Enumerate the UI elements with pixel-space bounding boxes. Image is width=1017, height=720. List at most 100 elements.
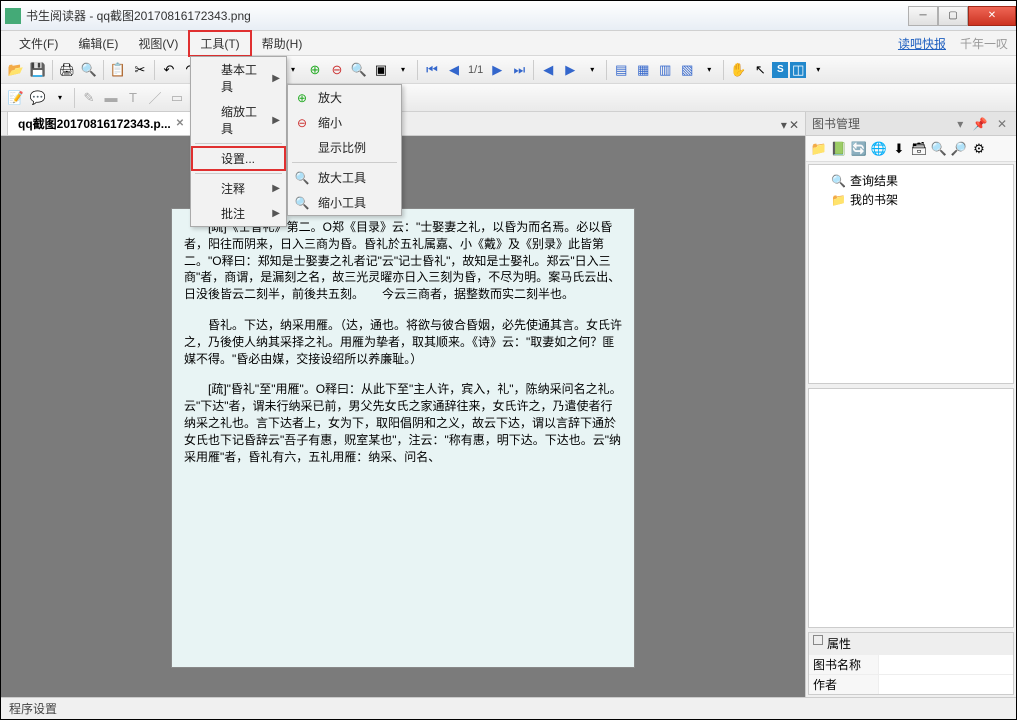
menu-settings[interactable]: 设置...: [191, 146, 286, 171]
tree-node-shelf[interactable]: 📁 我的书架: [815, 190, 1007, 209]
menu-markup[interactable]: 批注▶: [191, 201, 286, 226]
layout4-icon[interactable]: ▧: [677, 60, 697, 80]
collapse-icon[interactable]: [813, 635, 823, 645]
panel-pin-icon[interactable]: 📌: [973, 117, 991, 131]
zoom-submenu: ⊕放大 ⊖缩小 显示比例 🔍放大工具 🔍缩小工具: [287, 84, 402, 216]
book-icon[interactable]: 📗: [831, 141, 847, 157]
panel-title: 图书管理: [812, 115, 860, 132]
line-icon[interactable]: ／: [145, 88, 165, 108]
properties-grid: 属性 图书名称 作者: [808, 632, 1014, 695]
toolbar-main: 📂 💾 🖨 🔍 📋 ✂ ↶ ↷ ✋ ▭ ⊕ ▾ ⊕ ⊖ 🔍 ▣ ▾ ⏮ ◀ 1/…: [1, 56, 1016, 84]
text-icon[interactable]: T: [123, 88, 143, 108]
prop-key: 作者: [809, 675, 879, 694]
toolbar-annotate: 📝 💬 ▾ ✎ ▬ T ／ ▭ ▾: [1, 84, 1016, 112]
paragraph: [疏]《士昏礼》第二。O郑《目录》云："士娶妻之礼，以昏为而名焉。必以昏者，阳往…: [184, 219, 622, 303]
copy-icon[interactable]: 📋: [108, 60, 128, 80]
minimize-button[interactable]: ─: [908, 6, 938, 26]
search-icon[interactable]: 🔍: [79, 60, 99, 80]
folder-search-icon: 🔍: [831, 174, 846, 188]
gear-icon[interactable]: ⚙: [971, 141, 987, 157]
highlight-icon[interactable]: ▬: [101, 88, 121, 108]
last-page-icon[interactable]: ⏭: [509, 60, 529, 80]
fwd-icon[interactable]: ▶: [560, 60, 580, 80]
zoom-in2-icon[interactable]: ⊕: [305, 60, 325, 80]
hand2-icon[interactable]: ✋: [728, 60, 748, 80]
submenu-zoom-out[interactable]: ⊖缩小: [288, 110, 401, 135]
panel-toolbar: 📁 📗 🔄 🌐 ⬇ 🗃 🔍 🔎 ⚙: [806, 136, 1016, 162]
document-tab[interactable]: qq截图20170816172343.p... ✕: [7, 111, 195, 135]
download-icon[interactable]: ⬇: [891, 141, 907, 157]
first-page-icon[interactable]: ⏮: [422, 60, 442, 80]
chevron-down-icon[interactable]: ▾: [582, 60, 602, 80]
back-icon[interactable]: ◀: [538, 60, 558, 80]
globe-icon[interactable]: 🌐: [871, 141, 887, 157]
refresh-icon[interactable]: 🔄: [851, 141, 867, 157]
window-title: 书生阅读器 - qq截图20170816172343.png: [26, 7, 908, 24]
menu-annotation[interactable]: 注释▶: [191, 176, 286, 201]
chevron-down-icon[interactable]: ▾: [50, 88, 70, 108]
tab-close-all-icon[interactable]: ✕: [789, 118, 799, 132]
magnify-plus-icon: 🔍: [294, 170, 310, 186]
fit-icon[interactable]: ▣: [371, 60, 391, 80]
menu-edit[interactable]: 编辑(E): [68, 32, 128, 55]
layout1-icon[interactable]: ▤: [611, 60, 631, 80]
filter-icon[interactable]: 🔎: [951, 141, 967, 157]
link-qiannian[interactable]: 千年一叹: [960, 35, 1008, 52]
note-icon[interactable]: 📝: [6, 88, 26, 108]
menu-tools[interactable]: 工具(T): [188, 30, 251, 57]
menu-file[interactable]: 文件(F): [9, 32, 68, 55]
document-tabstrip: qq截图20170816172343.p... ✕ ▾ ✕: [1, 112, 805, 136]
prev-page-icon[interactable]: ◀: [444, 60, 464, 80]
library-tree[interactable]: 🔍 查询结果 📁 我的书架: [808, 164, 1014, 384]
folder-icon: 📁: [831, 193, 846, 207]
share-icon[interactable]: ◫: [790, 62, 806, 78]
submenu-zoom-in[interactable]: ⊕放大: [288, 85, 401, 110]
snap-icon[interactable]: ✂: [130, 60, 150, 80]
print-icon[interactable]: 🖨: [57, 60, 77, 80]
maximize-button[interactable]: ▢: [938, 6, 968, 26]
tab-close-icon[interactable]: ✕: [176, 118, 184, 129]
panel-menu-icon[interactable]: ▾: [957, 117, 966, 131]
document-viewport[interactable]: [疏]《士昏礼》第二。O郑《目录》云："士娶妻之礼，以昏为而名焉。必以昏者，阳往…: [1, 136, 805, 697]
zoom-out-icon[interactable]: ⊖: [327, 60, 347, 80]
layout3-icon[interactable]: ▥: [655, 60, 675, 80]
zoom-area-icon[interactable]: 🔍: [349, 60, 369, 80]
prop-value: [879, 675, 1013, 694]
chevron-down-icon[interactable]: ▾: [808, 60, 828, 80]
paragraph: [疏]"昏礼"至"用雁"。O释曰：从此下至"主人许，宾入，礼"，陈纳采问名之礼。…: [184, 381, 622, 465]
folder-icon[interactable]: 📁: [811, 141, 827, 157]
open-icon[interactable]: 📂: [6, 60, 26, 80]
search2-icon[interactable]: 🔍: [931, 141, 947, 157]
layout2-icon[interactable]: ▦: [633, 60, 653, 80]
s-icon[interactable]: S: [772, 62, 788, 78]
db-icon[interactable]: 🗃: [911, 141, 927, 157]
panel-close-icon[interactable]: ✕: [997, 117, 1010, 131]
close-button[interactable]: ✕: [968, 6, 1016, 26]
menu-help[interactable]: 帮助(H): [252, 32, 313, 55]
chevron-down-icon[interactable]: ▾: [393, 60, 413, 80]
rotate-left-icon[interactable]: ↶: [159, 60, 179, 80]
paragraph: 昏礼。下达，纳采用雁。（达，通也。将欲与彼合昏姻，必先使通其言。女氏许之，乃後使…: [184, 317, 622, 367]
submenu-zoomout-tool[interactable]: 🔍缩小工具: [288, 190, 401, 215]
submenu-ratio[interactable]: 显示比例: [288, 135, 401, 160]
tab-label: qq截图20170816172343.p...: [18, 115, 171, 132]
chevron-down-icon[interactable]: ▾: [699, 60, 719, 80]
save-icon[interactable]: 💾: [28, 60, 48, 80]
pencil-icon[interactable]: ✎: [79, 88, 99, 108]
menu-basic-tools[interactable]: 基本工具▶: [191, 57, 286, 99]
prop-key: 图书名称: [809, 655, 879, 674]
link-duba[interactable]: 读吧快报: [898, 35, 946, 52]
rect-icon[interactable]: ▭: [167, 88, 187, 108]
menubar: 文件(F) 编辑(E) 视图(V) 工具(T) 帮助(H) 读吧快报 千年一叹: [1, 31, 1016, 56]
tab-menu-icon[interactable]: ▾: [781, 118, 787, 132]
menu-view[interactable]: 视图(V): [128, 32, 188, 55]
comment-icon[interactable]: 💬: [28, 88, 48, 108]
statusbar: 程序设置: [1, 697, 1016, 719]
status-text: 程序设置: [9, 700, 57, 717]
props-header[interactable]: 属性: [809, 633, 1013, 654]
tree-node-results[interactable]: 🔍 查询结果: [815, 171, 1007, 190]
next-page-icon[interactable]: ▶: [487, 60, 507, 80]
pointer-icon[interactable]: ↖: [750, 60, 770, 80]
menu-zoom-tools[interactable]: 缩放工具▶: [191, 99, 286, 141]
submenu-zoomin-tool[interactable]: 🔍放大工具: [288, 165, 401, 190]
